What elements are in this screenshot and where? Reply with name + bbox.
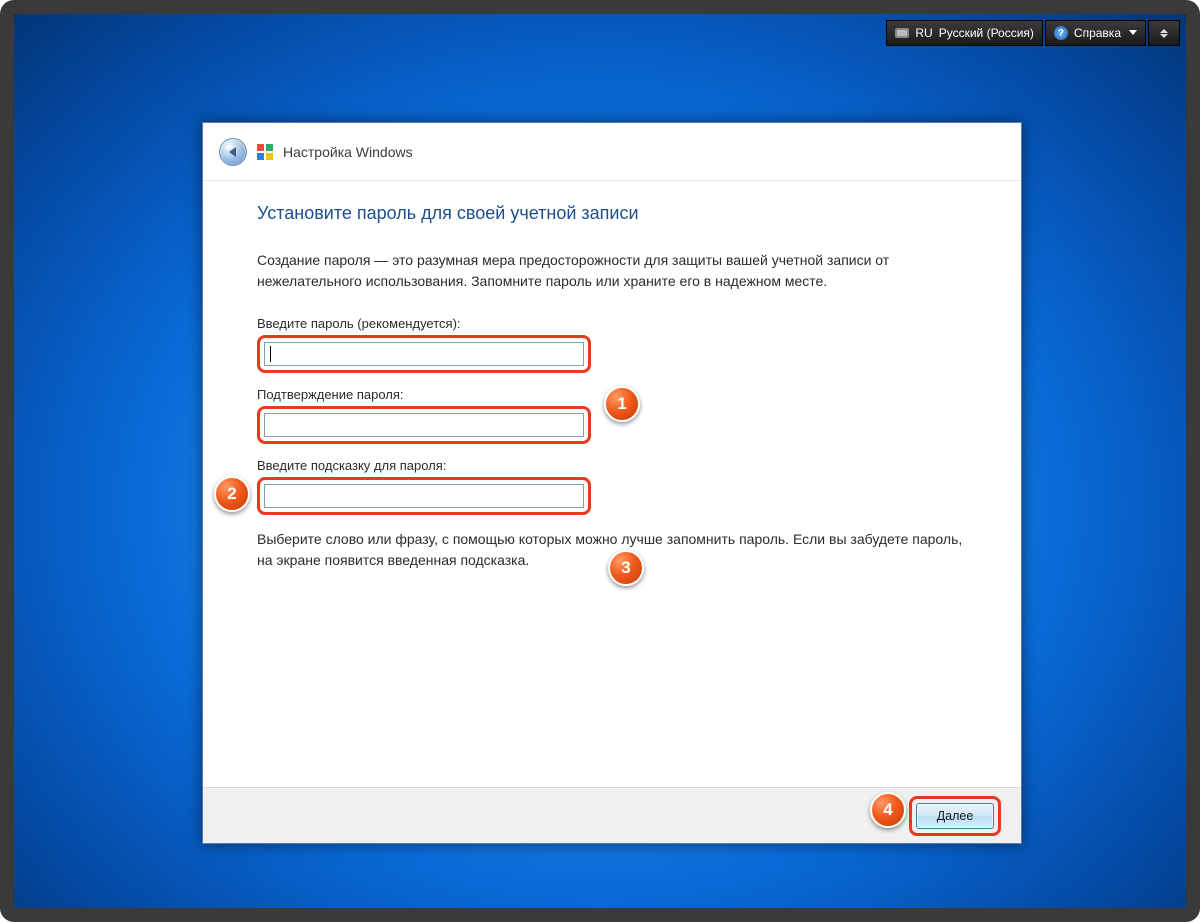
next-button[interactable]: Далее (916, 803, 994, 829)
page-heading: Установите пароль для своей учетной запи… (257, 203, 975, 224)
updown-icon (1157, 29, 1171, 38)
hint-input[interactable] (264, 484, 584, 508)
hint-field-highlight (257, 477, 591, 515)
desktop-background: RU Русский (Россия) ? Справка Настройка … (0, 0, 1200, 922)
back-arrow-icon (229, 147, 236, 157)
confirm-password-field-highlight (257, 406, 591, 444)
windows-flag-icon (257, 144, 273, 160)
help-label: Справка (1074, 26, 1121, 40)
annotation-2: 2 (214, 476, 250, 512)
setup-window: Настройка Windows Установите пароль для … (202, 122, 1022, 844)
window-header: Настройка Windows (203, 123, 1021, 181)
help-button[interactable]: ? Справка (1045, 20, 1146, 46)
next-button-highlight: Далее (909, 796, 1001, 836)
keyboard-icon (895, 28, 909, 38)
confirm-password-input[interactable] (264, 413, 584, 437)
back-button[interactable] (219, 138, 247, 166)
setup-topbar: RU Русский (Россия) ? Справка (886, 20, 1180, 46)
annotation-1: 1 (604, 386, 640, 422)
text-cursor (270, 346, 271, 362)
help-icon: ? (1054, 26, 1068, 40)
password-input[interactable] (264, 342, 584, 366)
password-label: Введите пароль (рекомендуется): (257, 316, 975, 331)
annotation-4: 4 (870, 792, 906, 828)
hint-label: Введите подсказку для пароля: (257, 458, 975, 473)
language-code: RU (915, 26, 932, 40)
password-field-highlight (257, 335, 591, 373)
page-description: Создание пароля — это разумная мера пред… (257, 250, 975, 292)
language-indicator[interactable]: RU Русский (Россия) (886, 20, 1043, 46)
window-controls[interactable] (1148, 20, 1180, 46)
annotation-3: 3 (608, 550, 644, 586)
language-name: Русский (Россия) (939, 26, 1034, 40)
chevron-down-icon (1127, 28, 1137, 38)
window-content: Установите пароль для своей учетной запи… (203, 181, 1021, 571)
window-title: Настройка Windows (283, 144, 413, 160)
